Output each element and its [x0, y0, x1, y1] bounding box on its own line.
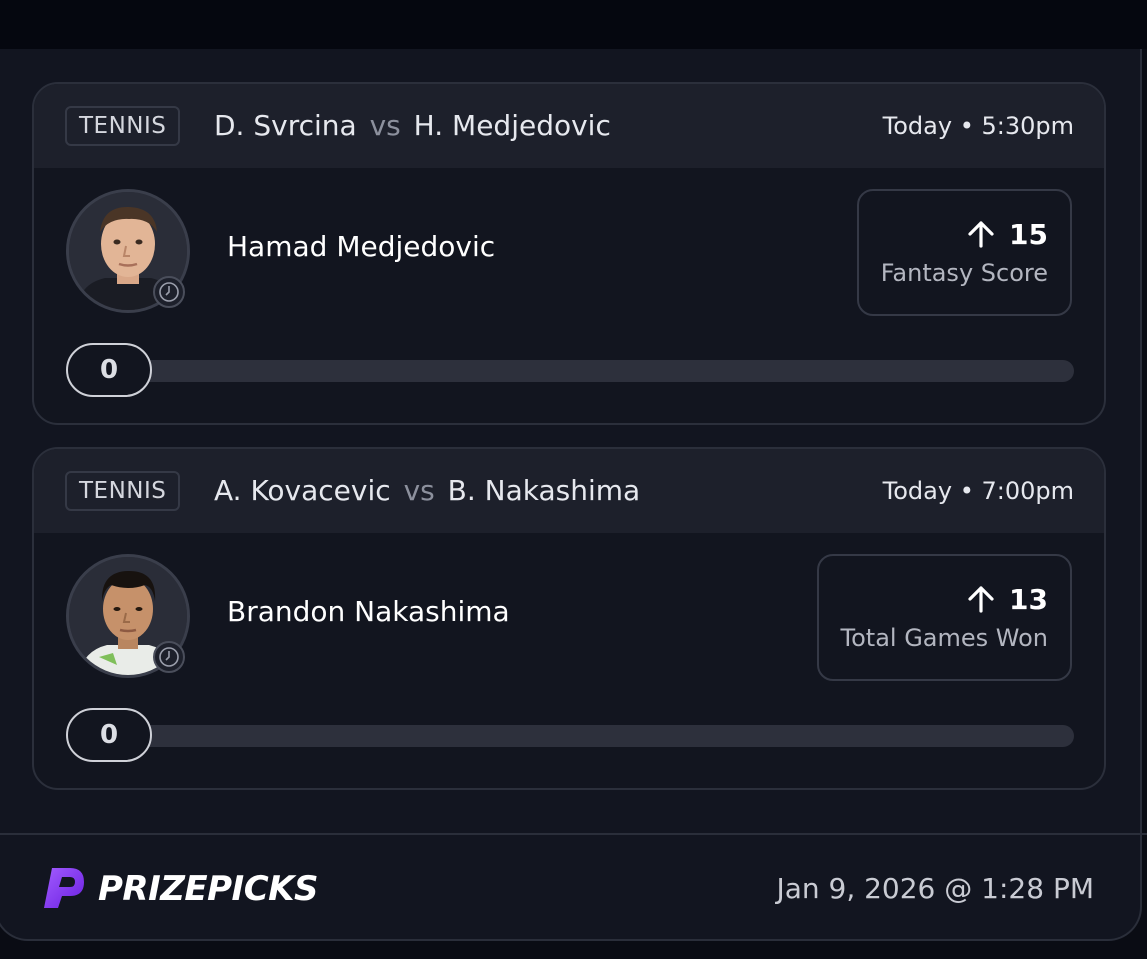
line-value: 15 — [1009, 218, 1048, 251]
clock-icon — [153, 276, 185, 308]
arrow-up-icon — [968, 221, 994, 248]
projection-card[interactable]: TENNIS A. Kovacevic vs B. Nakashima Toda… — [32, 447, 1106, 790]
sport-tag: TENNIS — [65, 471, 181, 511]
projection-box[interactable]: 13 Total Games Won — [816, 554, 1072, 681]
player-b-name: H. Medjedovic — [413, 109, 611, 142]
game-time: Today • 5:30pm — [882, 112, 1074, 140]
card-header: TENNIS A. Kovacevic vs B. Nakashima Toda… — [34, 449, 1104, 533]
vs-label: vs — [369, 109, 401, 142]
prizepicks-logo-icon — [42, 866, 86, 910]
player-a-name: D. Svrcina — [214, 109, 357, 142]
arrow-up-icon — [968, 586, 994, 613]
game-time: Today • 7:00pm — [882, 477, 1074, 505]
projection-line: 13 — [841, 580, 1048, 620]
progress-track — [98, 360, 1074, 382]
player-a-name: A. Kovacevic — [214, 474, 391, 507]
stat-type: Total Games Won — [840, 624, 1048, 652]
stat-type: Fantasy Score — [880, 259, 1048, 287]
footer-timestamp: Jan 9, 2026 @ 1:28 PM — [776, 872, 1094, 905]
footer-divider — [0, 833, 1147, 835]
matchup: D. Svrcina vs H. Medjedovic — [214, 106, 611, 146]
projection-card[interactable]: TENNIS D. Svrcina vs H. Medjedovic Today… — [32, 82, 1106, 425]
projection-line: 15 — [881, 215, 1048, 255]
top-bar — [0, 0, 1147, 49]
player-name: Hamad Medjedovic — [227, 230, 496, 263]
vs-label: vs — [403, 474, 435, 507]
current-value-pill: 0 — [66, 708, 152, 762]
card-header: TENNIS D. Svrcina vs H. Medjedovic Today… — [34, 84, 1104, 168]
current-value-pill: 0 — [66, 343, 152, 397]
brand-wordmark: PRIZEPICKS — [98, 869, 318, 909]
clock-icon — [153, 641, 185, 673]
player-name: Brandon Nakashima — [227, 595, 510, 628]
matchup: A. Kovacevic vs B. Nakashima — [214, 471, 640, 511]
progress-track — [98, 725, 1074, 747]
sport-tag: TENNIS — [65, 106, 181, 146]
line-value: 13 — [1009, 583, 1048, 616]
projection-box[interactable]: 15 Fantasy Score — [856, 189, 1072, 316]
player-b-name: B. Nakashima — [447, 474, 641, 507]
